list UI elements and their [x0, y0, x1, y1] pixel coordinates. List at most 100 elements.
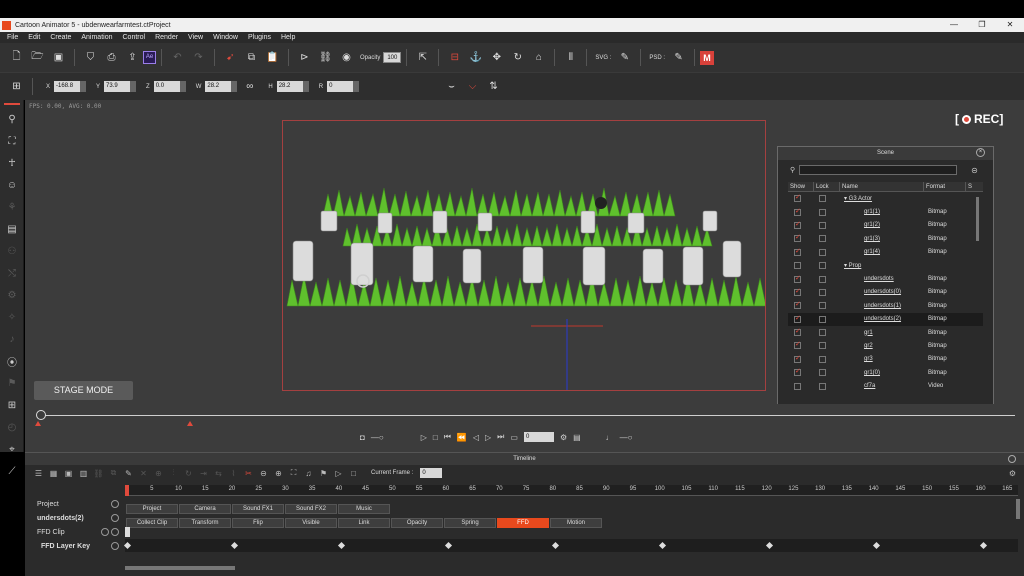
settings-gear-icon[interactable]: ⚙ [560, 433, 567, 442]
opacity-input[interactable]: 100 [383, 52, 402, 63]
stop-icon[interactable]: □ [433, 433, 438, 442]
speed-icon[interactable]: ♩ [606, 433, 614, 442]
col-s[interactable]: S [966, 182, 978, 191]
track-ffd-clip[interactable]: FFD Clip [25, 525, 1024, 539]
show-checkbox[interactable] [794, 233, 801, 243]
h-input[interactable]: 28.2 [276, 81, 303, 92]
show-checkbox[interactable] [794, 300, 801, 310]
loop-icon[interactable]: ▭ [510, 433, 518, 442]
scene-object-name[interactable]: gr1(3) [864, 236, 880, 242]
timeline-ruler[interactable]: 5 10 15 20 25 30 35 40 45 50 55 60 65 70 75 80 85 90 95 100… [125, 485, 1018, 496]
save-icon[interactable]: ▣ [50, 49, 67, 66]
clip-start-block[interactable] [125, 527, 130, 537]
range-start-marker[interactable] [35, 421, 41, 426]
scene-row[interactable]: gr1(4) Bitmap [788, 246, 983, 259]
copy-icon[interactable]: ⧉ [243, 49, 260, 66]
r-spinner[interactable] [353, 81, 360, 92]
collect-clip-icon[interactable]: ▦ [46, 469, 61, 478]
prev-frame-icon[interactable]: ◁ [473, 433, 479, 442]
show-checkbox[interactable] [794, 354, 801, 363]
close-window-button[interactable]: ✕ [996, 18, 1024, 32]
scene-object-name[interactable]: gr1(0) [864, 370, 880, 376]
scene-row[interactable]: gr1(1) Bitmap [788, 205, 983, 218]
svg-edit-icon[interactable]: ✎ [616, 49, 633, 66]
last-frame-icon[interactable]: ⏭ [497, 432, 504, 442]
remove-key-icon[interactable]: ✂ [241, 469, 256, 478]
keyframe-diamond[interactable] [123, 541, 132, 550]
col-format[interactable]: Format [924, 182, 966, 191]
next-frame-icon[interactable]: ▷ [485, 433, 491, 442]
show-checkbox[interactable] [794, 367, 801, 377]
scene-object-name[interactable]: undersdots(0) [864, 289, 901, 295]
scene-object-name[interactable]: undersdots [864, 276, 894, 282]
menu-control[interactable]: Control [118, 34, 151, 41]
grid-snap-icon[interactable]: ⊞ [8, 78, 25, 95]
menu-plugins[interactable]: Plugins [243, 34, 276, 41]
prev-key-icon[interactable]: ⏪ [457, 433, 467, 442]
w-input[interactable]: 28.2 [205, 81, 232, 92]
edit-key-icon[interactable]: ✎ [121, 469, 136, 478]
align-icon[interactable]: ⌖ [0, 438, 24, 460]
lip-sync-icon[interactable]: ♪ [0, 328, 24, 350]
show-checkbox[interactable] [794, 274, 801, 283]
keyframe-diamond[interactable] [230, 541, 238, 550]
range-end-marker[interactable] [187, 421, 193, 426]
keyframe-diamond[interactable] [551, 541, 559, 550]
h-spinner[interactable] [302, 81, 309, 92]
bone-tool-icon[interactable]: ⚲ [0, 108, 24, 130]
scene-group-name[interactable]: ▾ Prop [844, 262, 861, 269]
timer-icon[interactable]: ◴ [0, 416, 24, 438]
scene-object-name[interactable]: gr1(4) [864, 249, 880, 255]
lock-checkbox[interactable] [819, 235, 826, 243]
menu-window[interactable]: Window [208, 34, 243, 41]
scene-group-name[interactable]: ▾ G3 Actor [844, 195, 872, 202]
track-project[interactable]: Project Project Camera Sound FX1 Sound FX2 M… [25, 497, 1024, 514]
camera-icon[interactable]: ⦿ [0, 350, 24, 372]
copy-key-icon[interactable]: ⧉ [106, 468, 121, 478]
lock-checkbox[interactable] [819, 369, 826, 377]
scene-object-name[interactable]: gr3 [864, 356, 873, 362]
play-icon[interactable]: ▷ [421, 433, 427, 442]
scene-row[interactable]: cf7a Video [788, 379, 983, 392]
maximize-button[interactable]: ❐ [968, 18, 996, 32]
volume-icon[interactable]: ◘ [360, 433, 365, 442]
col-lock[interactable]: Lock [814, 182, 840, 191]
lock-checkbox[interactable] [819, 382, 826, 390]
scene-row[interactable]: ▾ G3 Actor [788, 192, 983, 205]
menu-animation[interactable]: Animation [76, 34, 117, 41]
first-frame-icon[interactable]: ⏮ [444, 432, 451, 442]
lock-checkbox[interactable] [819, 262, 826, 270]
lock-checkbox[interactable] [819, 195, 826, 203]
flip-icon[interactable]: ⊳ [296, 49, 313, 66]
lock-checkbox[interactable] [819, 355, 826, 363]
show-checkbox[interactable] [794, 314, 801, 323]
after-effects-button[interactable]: Ae [143, 51, 156, 64]
volume-slider[interactable]: —○ [371, 433, 384, 442]
close-timeline-icon[interactable] [1008, 455, 1016, 463]
z-input[interactable]: 0.0 [153, 81, 180, 92]
show-checkbox[interactable] [794, 262, 801, 270]
show-checkbox[interactable] [794, 382, 801, 390]
lock-checkbox[interactable] [819, 248, 826, 256]
open-folder-icon[interactable]: 🗁 [29, 49, 46, 66]
lock-checkbox[interactable] [819, 315, 826, 323]
timeline-stop-icon[interactable]: □ [346, 469, 361, 478]
menu-edit[interactable]: Edit [23, 34, 45, 41]
x-input[interactable]: -168.8 [54, 81, 81, 92]
scene-object-name[interactable]: undersdots(2) [864, 316, 901, 322]
ease-in-icon[interactable]: ⌣ [443, 78, 460, 95]
fit-view-icon[interactable]: ⛶ [286, 468, 301, 478]
scene-row[interactable]: gr1(2) Bitmap [788, 219, 983, 232]
scene-row[interactable]: gr1(0) Bitmap [788, 366, 983, 379]
psd-edit-icon[interactable]: ✎ [670, 49, 687, 66]
scene-row[interactable]: undersdots(1) Bitmap [788, 299, 983, 312]
scene-object-name[interactable]: cf7a [864, 383, 875, 389]
lock-checkbox[interactable] [819, 221, 826, 229]
lock-checkbox[interactable] [819, 329, 826, 337]
track-close-icon[interactable] [111, 528, 119, 536]
timeline-frame-input[interactable]: 0 [420, 468, 443, 478]
z-spinner[interactable] [179, 81, 186, 92]
break-icon[interactable]: ⌇ [226, 469, 241, 478]
export-icon[interactable]: ⇪ [124, 49, 141, 66]
show-checkbox[interactable] [794, 327, 801, 337]
